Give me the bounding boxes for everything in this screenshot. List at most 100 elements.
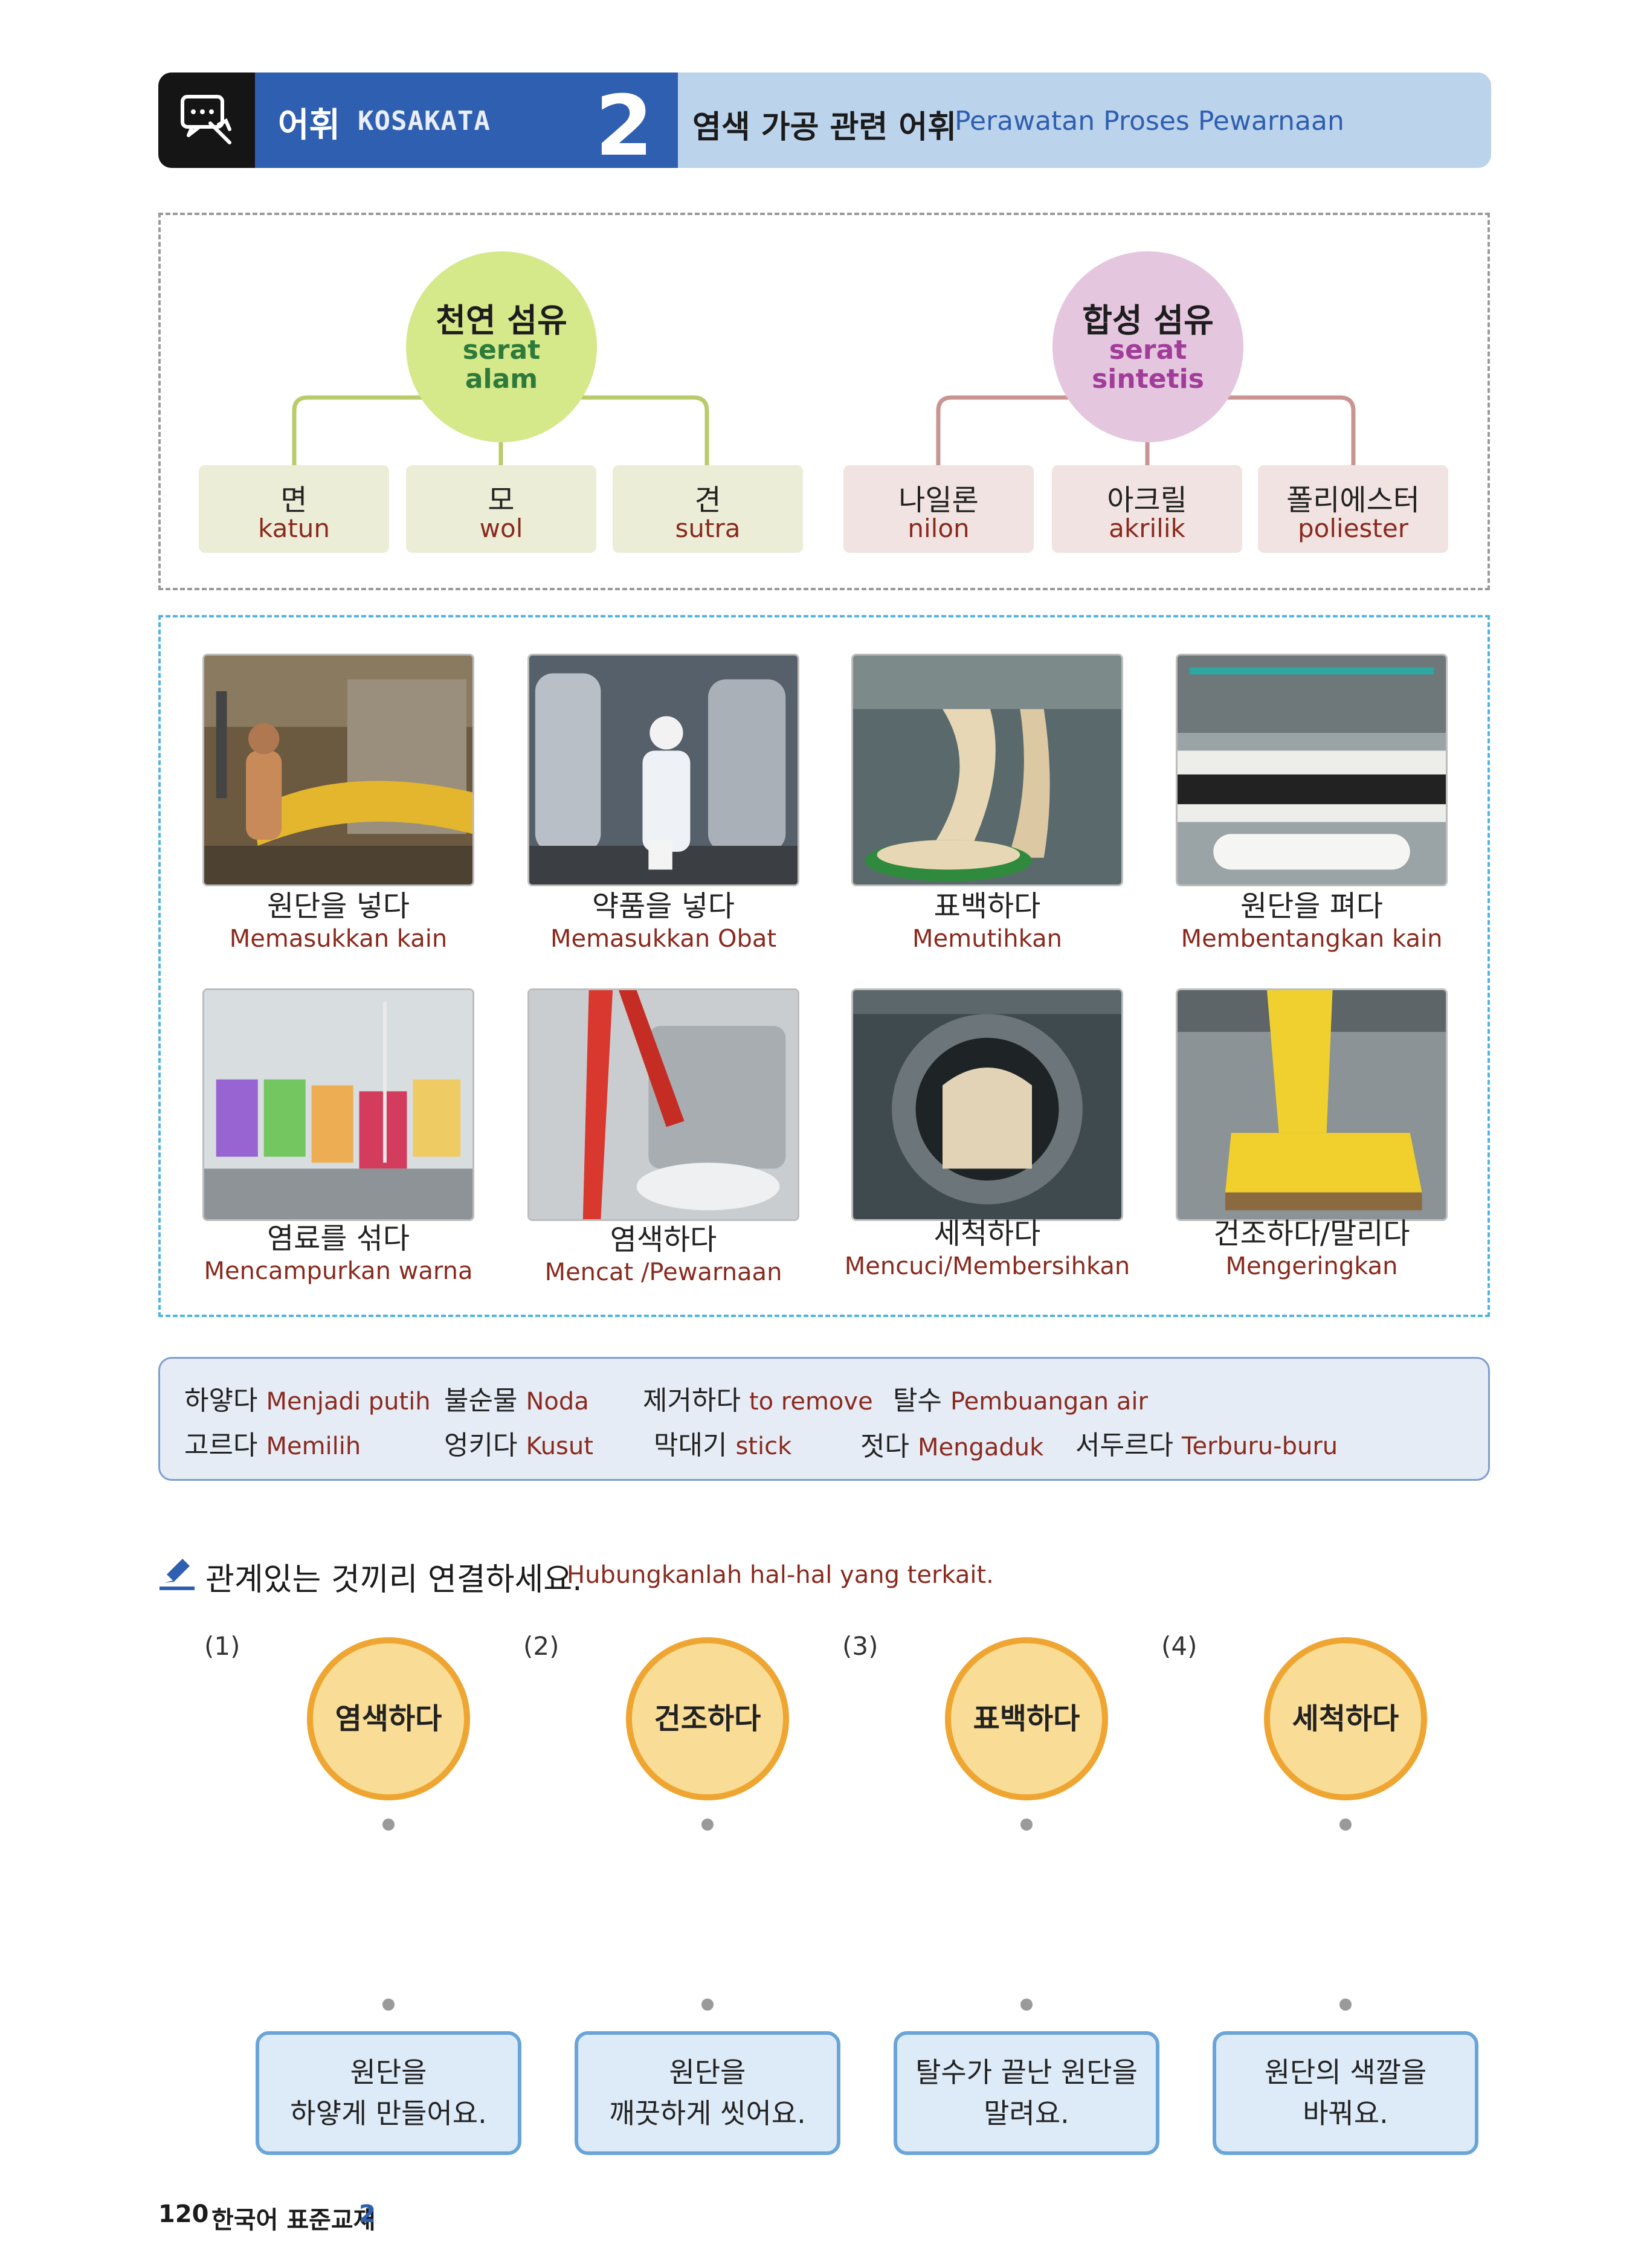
match-word-circle: 염색하다: [307, 1637, 470, 1800]
natural-fiber-id: serat alam: [406, 336, 597, 394]
fiber-item-id: sutra: [675, 514, 741, 543]
photo-dyeing: [527, 988, 799, 1221]
match-dot-top[interactable]: [701, 1819, 714, 1831]
word-ko: 탈수: [893, 1385, 942, 1416]
match-dot-top[interactable]: [1339, 1819, 1352, 1831]
book-volume: 2: [359, 2200, 376, 2228]
fiber-item-ko: 폴리에스터: [1286, 483, 1420, 517]
natural-fiber-node: 천연 섬유 serat alam: [406, 251, 597, 442]
word-item: 서두르다 Terburu-buru: [1075, 1423, 1338, 1462]
pencil-icon: [160, 1559, 195, 1590]
synthetic-fiber-id: serat sintetis: [1052, 336, 1243, 394]
answer-line: 하얗게 만들어요.: [290, 2097, 487, 2130]
caption-id: Mengeringkan: [1225, 1252, 1398, 1280]
caption-id: Memutihkan: [912, 925, 1062, 953]
word-id: Pembuangan air: [950, 1388, 1148, 1416]
synthetic-fiber-node: 합성 섬유 serat sintetis: [1052, 251, 1243, 442]
caption-ko: 원단을 넣다: [266, 889, 410, 923]
word-ko: 엉키다: [444, 1430, 518, 1461]
synthetic-fiber-id-line1: serat: [1109, 335, 1187, 366]
fiber-item-ko: 모: [488, 483, 515, 517]
match-word-circle: 세척하다: [1264, 1637, 1427, 1800]
caption-ko: 세척하다: [933, 1217, 1041, 1251]
caption-ko: 표백하다: [933, 889, 1041, 923]
match-word-circle: 건조하다: [626, 1637, 789, 1800]
fiber-item-polyester: 폴리에스터 poliester: [1258, 465, 1448, 553]
photo-drying: [1176, 988, 1448, 1221]
word-id: Memilih: [266, 1432, 361, 1460]
answer-line: 말려요.: [984, 2097, 1069, 2130]
word-id: Noda: [526, 1388, 589, 1416]
item-number: (1): [204, 1631, 240, 1661]
fiber-item-silk: 견 sutra: [613, 465, 803, 553]
photo-washing: [851, 988, 1123, 1221]
match-answer-box: 탈수가 끝난 원단을 말려요.: [894, 2031, 1159, 2155]
match-answer-box: 원단을 하얗게 만들어요.: [256, 2031, 521, 2155]
answer-line: 원단을: [669, 2056, 746, 2089]
item-number: (4): [1161, 1631, 1197, 1661]
caption-8: 건조하다/말리다 Mengeringkan: [1130, 1217, 1493, 1282]
word-id: to remove: [749, 1388, 873, 1416]
fiber-item-cotton: 면 katun: [199, 465, 389, 553]
photo-bleaching: [851, 654, 1123, 886]
fiber-item-id: nilon: [907, 514, 970, 543]
match-dot-bottom[interactable]: [1339, 1999, 1352, 2011]
fiber-item-id: katun: [257, 514, 330, 543]
caption-id: Memasukkan kain: [229, 925, 448, 953]
fiber-item-acrylic: 아크릴 akrilik: [1052, 465, 1242, 553]
item-number: (2): [523, 1631, 559, 1661]
word-id: Kusut: [526, 1432, 593, 1460]
match-answer-box: 원단을 깨끗하게 씻어요.: [575, 2031, 840, 2155]
word-item: 제거하다 to remove: [643, 1379, 873, 1417]
word-item: 젓다 Mengaduk: [860, 1425, 1043, 1463]
match-word-circle: 표백하다: [945, 1637, 1108, 1800]
caption-ko: 약품을 넣다: [591, 889, 735, 923]
word-ko: 막대기: [654, 1430, 727, 1461]
photo-adding-chemicals: [527, 654, 799, 886]
word-ko: 서두르다: [1075, 1430, 1173, 1461]
fiber-item-ko: 아크릴: [1107, 483, 1187, 517]
caption-ko: 원단을 펴다: [1240, 889, 1384, 923]
word-id: Terburu-buru: [1181, 1432, 1338, 1460]
word-item: 탈수 Pembuangan air: [893, 1379, 1148, 1417]
caption-3: 표백하다 Memutihkan: [806, 889, 1168, 955]
word-ko: 젓다: [860, 1431, 909, 1462]
match-dot-bottom[interactable]: [1020, 1999, 1033, 2011]
word-item: 불순물 Noda: [444, 1379, 589, 1417]
word-ko: 제거하다: [643, 1385, 741, 1416]
synthetic-fiber-id-line2: sintetis: [1092, 364, 1204, 395]
answer-line: 바꿔요.: [1303, 2097, 1388, 2130]
item-number: (3): [842, 1631, 878, 1661]
caption-id: Mencat /Pewarnaan: [544, 1258, 782, 1286]
fiber-item-id: poliester: [1298, 514, 1408, 543]
exercise-instruction-id: Hubungkanlah hal-hal yang terkait.: [567, 1561, 994, 1589]
answer-line: 원단을: [350, 2056, 427, 2089]
exercise-instruction-ko: 관계있는 것끼리 연결하세요.: [205, 1562, 582, 1598]
caption-ko: 건조하다/말리다: [1213, 1217, 1410, 1251]
book-title: 한국어 표준교재: [211, 2206, 376, 2234]
word-ko: 불순물: [444, 1385, 518, 1416]
word-id: Menjadi putih: [266, 1388, 431, 1416]
word-item: 고르다 Memilih: [184, 1423, 361, 1462]
page-number: 120: [158, 2200, 209, 2228]
word-item: 막대기 stick: [654, 1423, 791, 1462]
photo-loading-fabric: [202, 654, 474, 886]
word-item: 하얗다 Menjadi putih: [184, 1379, 431, 1417]
caption-id: Membentangkan kain: [1181, 925, 1443, 953]
match-word: 건조하다: [654, 1702, 761, 1736]
answer-line: 탈수가 끝난 원단을: [915, 2056, 1138, 2089]
match-word: 염색하다: [335, 1702, 442, 1736]
fiber-item-ko: 견: [694, 483, 721, 517]
photo-spreading-fabric: [1176, 654, 1448, 886]
match-dot-top[interactable]: [1020, 1819, 1033, 1831]
word-id: stick: [735, 1432, 792, 1460]
match-dot-bottom[interactable]: [701, 1999, 714, 2011]
photo-mixing-dye: [202, 988, 474, 1221]
caption-ko: 염료를 섞다: [266, 1222, 410, 1255]
match-dot-top[interactable]: [382, 1819, 395, 1831]
match-dot-bottom[interactable]: [382, 1999, 395, 2011]
answer-line: 원단의 색깔을: [1264, 2056, 1427, 2089]
caption-id: Mencampurkan warna: [204, 1257, 473, 1285]
word-ko: 고르다: [184, 1430, 258, 1461]
caption-6: 염색하다 Mencat /Pewarnaan: [482, 1223, 845, 1288]
